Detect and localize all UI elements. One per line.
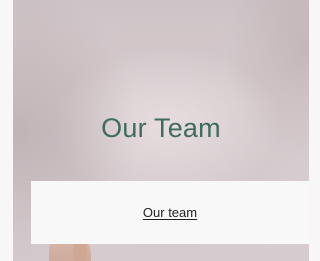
caption-panel: Our team — [31, 181, 309, 244]
team-hero-image[interactable]: Our Team Our team — [13, 0, 309, 261]
page: Our Team Our team — [0, 0, 309, 261]
our-team-link[interactable]: Our team — [143, 205, 197, 220]
hero-title: Our Team — [101, 113, 221, 143]
